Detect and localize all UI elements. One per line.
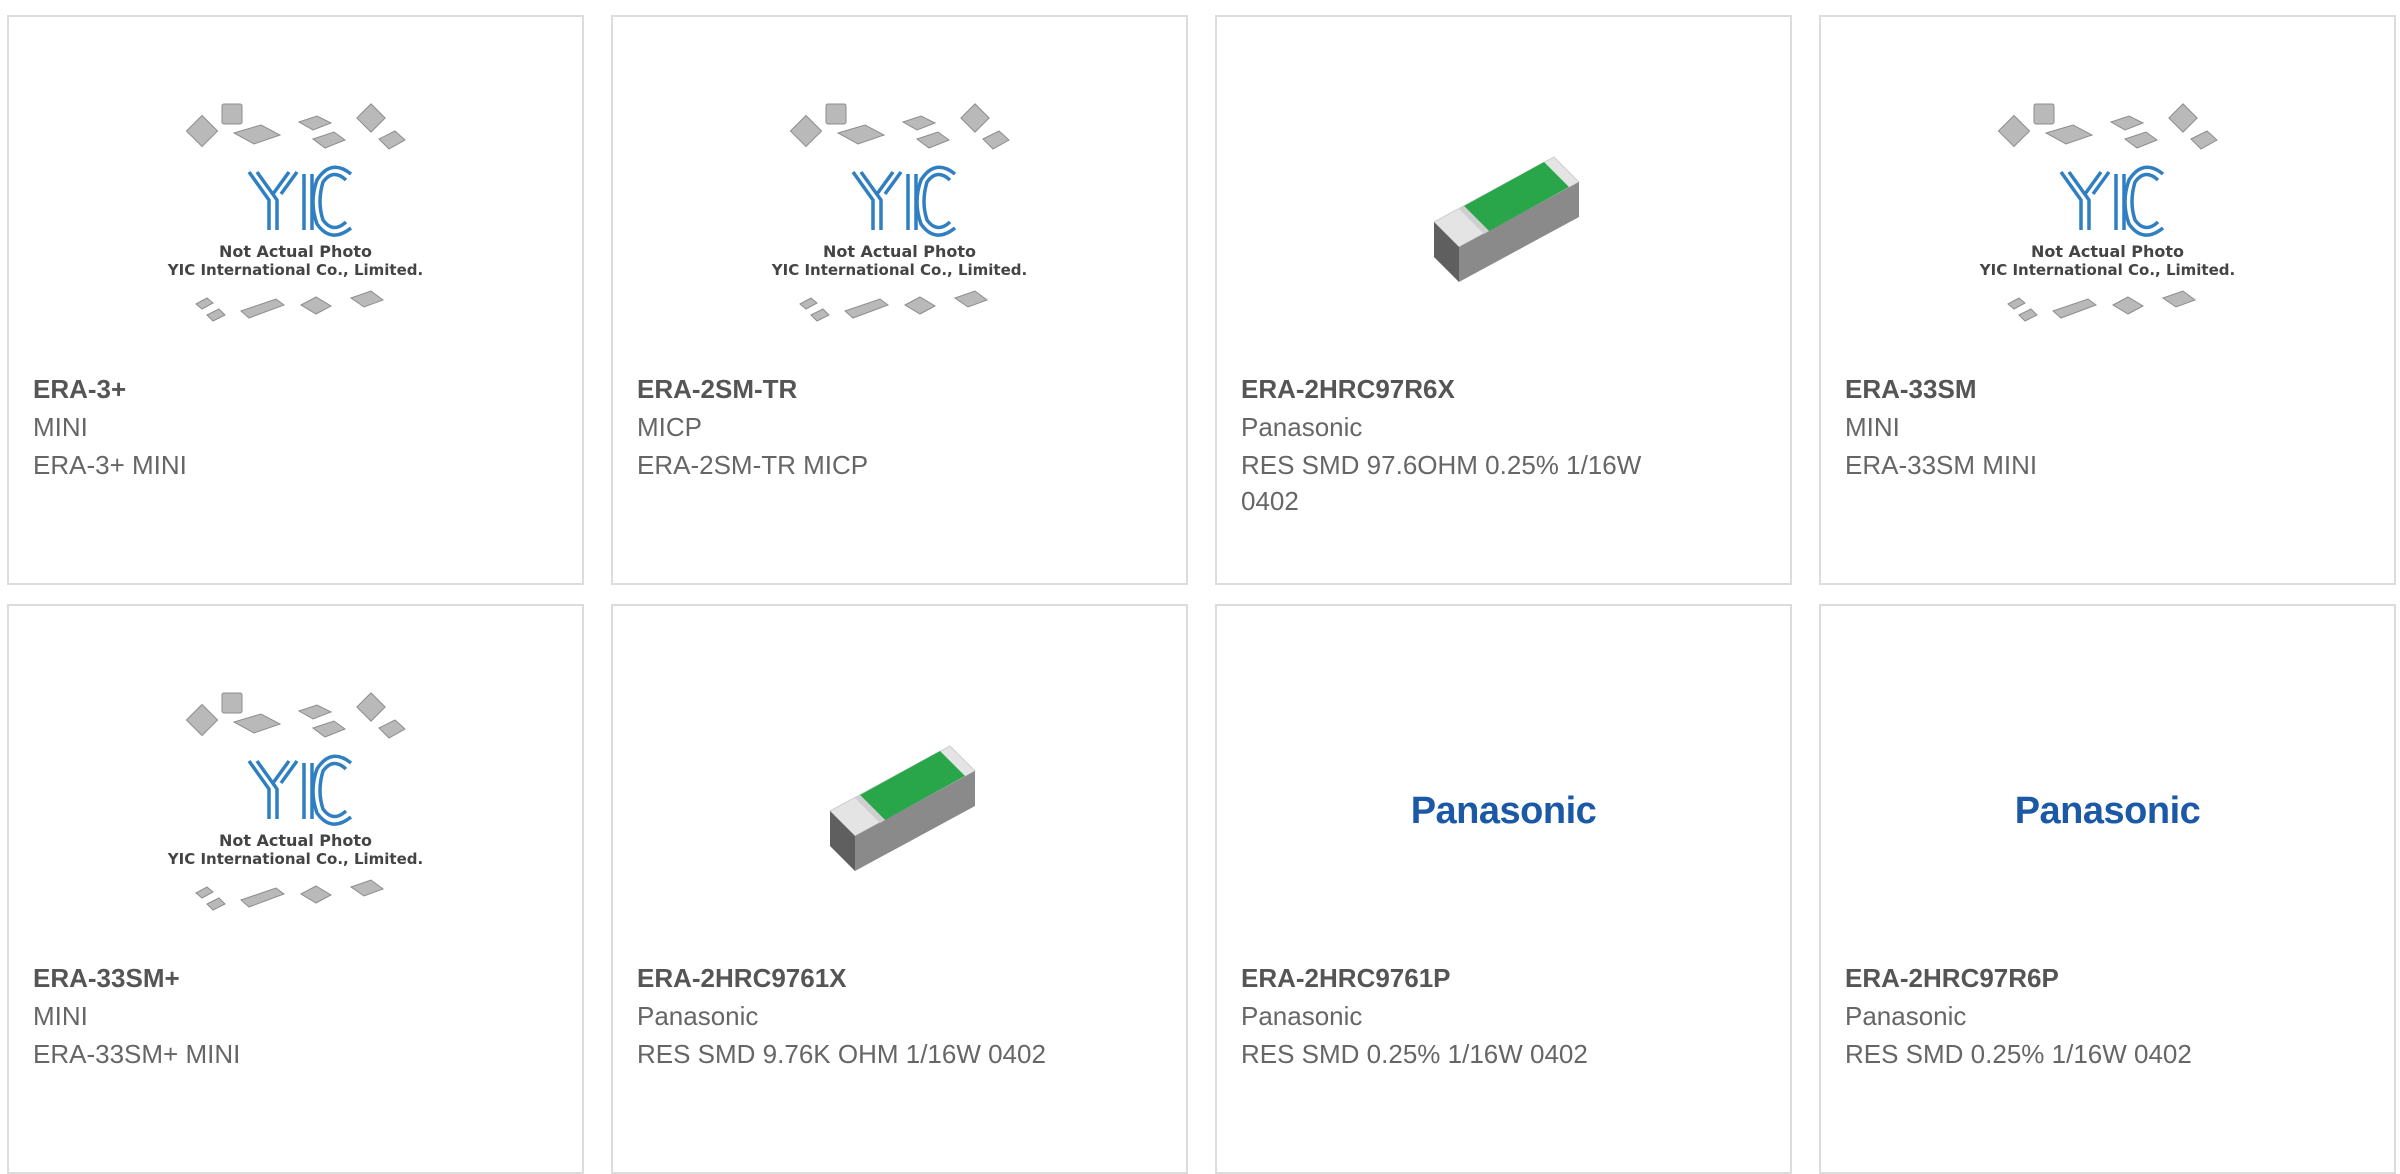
product-card[interactable]: Not Actual Photo YIC International Co., …	[1819, 15, 2396, 585]
not-actual-photo-placeholder: Not Actual Photo YIC International Co., …	[161, 102, 431, 342]
smd-resistor-icon	[1432, 156, 1580, 282]
product-image[interactable]: Not Actual Photo YIC International Co., …	[1821, 77, 2394, 367]
panasonic-logo: Panasonic	[2014, 789, 2201, 832]
description: ERA-33SM+ MINI	[33, 1039, 241, 1069]
yic-logo-icon	[185, 692, 406, 911]
smd-resistor-icon	[828, 745, 976, 871]
description: RES SMD 0.25% 1/16W 0402	[1241, 1039, 1588, 1069]
description: ERA-2SM-TR MICP	[637, 450, 869, 480]
description: ERA-33SM MINI	[1845, 450, 2038, 480]
description: RES SMD 97.6OHM 0.25% 1/16W 0402	[1241, 450, 1642, 516]
product-card[interactable]: Panasonic ERA-2HRC9761P Panasonic RES SM…	[1215, 604, 1792, 1174]
product-card[interactable]: ERA-2HRC9761X Panasonic RES SMD 9.76K OH…	[611, 604, 1188, 1174]
product-image[interactable]: Not Actual Photo YIC International Co., …	[9, 666, 582, 956]
manufacturer: Panasonic	[1241, 412, 1363, 442]
placeholder-line1: Not Actual Photo	[218, 242, 373, 261]
accent-bar	[9, 583, 192, 585]
manufacturer: Panasonic	[1241, 1001, 1363, 1031]
description: ERA-3+ MINI	[33, 450, 187, 480]
description: RES SMD 9.76K OHM 1/16W 0402	[637, 1039, 1046, 1069]
accent-bar	[1217, 583, 1400, 585]
product-image[interactable]: Panasonic	[1217, 666, 1790, 956]
card-bottom-bar	[1217, 583, 1790, 585]
not-actual-photo-placeholder: Not Actual Photo YIC International Co., …	[1973, 102, 2243, 342]
accent-bar	[1821, 583, 2004, 585]
panasonic-logo: Panasonic	[1410, 789, 1597, 832]
product-card[interactable]: Not Actual Photo YIC International Co., …	[611, 15, 1188, 585]
product-image[interactable]: Panasonic	[1821, 666, 2394, 956]
product-card[interactable]: Not Actual Photo YIC International Co., …	[7, 15, 584, 585]
yic-logo-icon	[1997, 103, 2218, 322]
placeholder-line1: Not Actual Photo	[822, 242, 977, 261]
product-card[interactable]: ERA-2HRC97R6X Panasonic RES SMD 97.6OHM …	[1215, 15, 1792, 585]
yic-logo-icon	[185, 103, 406, 322]
part-number-link[interactable]: ERA-3+	[33, 374, 126, 405]
manufacturer: MINI	[33, 412, 88, 442]
product-image[interactable]: Not Actual Photo YIC International Co., …	[9, 77, 582, 367]
part-number-link[interactable]: ERA-2HRC97R6P	[1845, 963, 2059, 994]
card-bottom-bar	[9, 583, 582, 585]
manufacturer: MINI	[33, 1001, 88, 1031]
placeholder-line2: YIC International Co., Limited.	[771, 261, 1028, 279]
product-image[interactable]: Not Actual Photo YIC International Co., …	[613, 77, 1186, 367]
manufacturer: Panasonic	[1845, 1001, 1967, 1031]
manufacturer: MICP	[637, 412, 702, 442]
part-number-link[interactable]: ERA-33SM	[1845, 374, 1976, 405]
part-number-link[interactable]: ERA-2HRC9761P	[1241, 963, 1451, 994]
product-card[interactable]: Not Actual Photo YIC International Co., …	[7, 604, 584, 1174]
manufacturer: MINI	[1845, 412, 1900, 442]
card-bottom-bar	[613, 583, 1186, 585]
part-number-link[interactable]: ERA-2HRC97R6X	[1241, 374, 1455, 405]
product-image[interactable]	[1217, 77, 1790, 367]
product-card[interactable]: Panasonic ERA-2HRC97R6P Panasonic RES SM…	[1819, 604, 2396, 1174]
part-number-link[interactable]: ERA-2HRC9761X	[637, 963, 847, 994]
yic-logo-icon	[789, 103, 1010, 322]
placeholder-line2: YIC International Co., Limited.	[167, 850, 424, 868]
manufacturer: Panasonic	[637, 1001, 759, 1031]
placeholder-line1: Not Actual Photo	[218, 831, 373, 850]
product-image[interactable]	[613, 666, 1186, 956]
not-actual-photo-placeholder: Not Actual Photo YIC International Co., …	[765, 102, 1035, 342]
placeholder-line2: YIC International Co., Limited.	[1979, 261, 2236, 279]
description: RES SMD 0.25% 1/16W 0402	[1845, 1039, 2192, 1069]
part-number-link[interactable]: ERA-33SM+	[33, 963, 180, 994]
placeholder-line1: Not Actual Photo	[2030, 242, 2185, 261]
placeholder-line2: YIC International Co., Limited.	[167, 261, 424, 279]
part-number-link[interactable]: ERA-2SM-TR	[637, 374, 797, 405]
accent-bar	[613, 583, 796, 585]
card-bottom-bar	[1821, 583, 2394, 585]
not-actual-photo-placeholder: Not Actual Photo YIC International Co., …	[161, 691, 431, 931]
